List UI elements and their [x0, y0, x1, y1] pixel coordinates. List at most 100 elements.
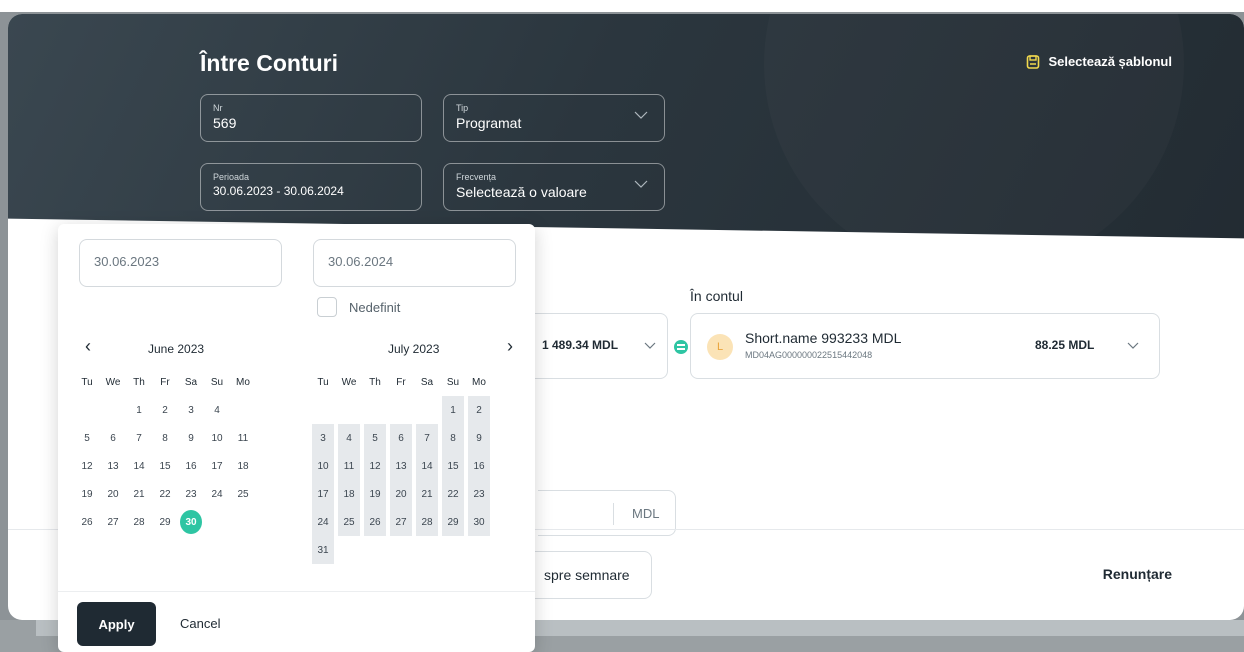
next-month-button[interactable]: › [507, 336, 513, 356]
checkbox-box[interactable] [317, 297, 337, 317]
calendar-day[interactable]: 20 [102, 480, 124, 508]
weekday-label: Mo [236, 376, 250, 388]
calendar-day[interactable]: 15 [442, 452, 464, 480]
end-date-input[interactable]: 30.06.2024 [313, 239, 516, 287]
calendar-day[interactable]: 6 [390, 424, 412, 452]
calendar-day[interactable]: 18 [338, 480, 360, 508]
calendar-day[interactable]: 21 [416, 480, 438, 508]
calendar-day[interactable]: 12 [364, 452, 386, 480]
calendar-day[interactable]: 1 [128, 396, 150, 424]
to-account-select[interactable]: L Short.name 993233 MDL MD04AG0000000225… [690, 313, 1160, 379]
send-to-sign-button[interactable]: spre semnare [530, 551, 652, 599]
calendar-day[interactable]: 22 [442, 480, 464, 508]
calendar-empty-cell [416, 396, 438, 424]
calendar-day[interactable]: 19 [76, 480, 98, 508]
amount-currency: MDL [632, 506, 660, 521]
calendar-day[interactable]: 6 [102, 424, 124, 452]
weekday-label: Su [446, 376, 460, 388]
calendar-day[interactable]: 29 [442, 508, 464, 536]
calendar-day[interactable]: 8 [154, 424, 176, 452]
weekday-label: Fr [160, 376, 170, 388]
undefined-end-checkbox[interactable]: Nedefinit [317, 297, 400, 317]
calendar-day[interactable]: 18 [232, 452, 254, 480]
nr-field[interactable]: Nr 569 [200, 94, 422, 142]
calendar-day[interactable]: 17 [206, 452, 228, 480]
calendar-day-selected[interactable]: 30 [180, 508, 202, 536]
calendar-day[interactable]: 12 [76, 452, 98, 480]
apply-button[interactable]: Apply [77, 602, 156, 646]
calendar-day[interactable]: 8 [442, 424, 464, 452]
calendar-day[interactable]: 13 [390, 452, 412, 480]
calendar-day[interactable]: 27 [390, 508, 412, 536]
cancel-transfer-button[interactable]: Renunțare [1103, 566, 1172, 582]
chevron-down-icon [634, 180, 648, 188]
calendar-day[interactable]: 7 [128, 424, 150, 452]
calendar-day[interactable]: 23 [468, 480, 490, 508]
calendar-empty-cell [338, 396, 360, 424]
calendar-day[interactable]: 23 [180, 480, 202, 508]
tip-select[interactable]: Tip Programat [443, 94, 665, 142]
calendar-day[interactable]: 3 [312, 424, 334, 452]
calendar-day[interactable]: 24 [206, 480, 228, 508]
calendar-day[interactable]: 16 [468, 452, 490, 480]
calendar-day[interactable]: 2 [468, 396, 490, 424]
calendar-empty-cell [468, 536, 490, 564]
calendar-day[interactable]: 4 [338, 424, 360, 452]
calendar-day[interactable]: 5 [364, 424, 386, 452]
calendar-day[interactable]: 10 [312, 452, 334, 480]
account-avatar: L [707, 334, 733, 360]
calendar-day[interactable]: 5 [76, 424, 98, 452]
calendar-day[interactable]: 26 [364, 508, 386, 536]
frequency-select[interactable]: Frecvența Selectează o valoare [443, 163, 665, 211]
calendar-day[interactable]: 11 [338, 452, 360, 480]
weekday-label: Tu [317, 376, 329, 388]
calendar-day[interactable]: 9 [180, 424, 202, 452]
weekday-label: We [105, 376, 121, 388]
calendar-day[interactable]: 29 [154, 508, 176, 536]
cancel-button[interactable]: Cancel [180, 616, 220, 631]
calendar-day[interactable]: 31 [312, 536, 334, 564]
calendar-day[interactable]: 13 [102, 452, 124, 480]
period-field[interactable]: Perioada 30.06.2023 - 30.06.2024 [200, 163, 422, 211]
calendar-day[interactable]: 14 [128, 452, 150, 480]
calendar-day[interactable]: 10 [206, 424, 228, 452]
from-account-select[interactable]: 1 489.34 MDL [528, 313, 668, 379]
calendar-week: 12 [312, 396, 494, 424]
calendar-day[interactable]: 28 [128, 508, 150, 536]
calendar-day[interactable]: 20 [390, 480, 412, 508]
calendar-day[interactable]: 9 [468, 424, 490, 452]
select-template-link[interactable]: Selectează șablonul [1026, 54, 1172, 69]
prev-month-button[interactable]: ‹ [85, 336, 91, 356]
calendar-week: 12 13 14 15 16 17 18 [76, 452, 258, 480]
calendar-day[interactable]: 16 [180, 452, 202, 480]
calendar-day[interactable]: 15 [154, 452, 176, 480]
calendar-day[interactable]: 25 [338, 508, 360, 536]
start-date-input[interactable]: 30.06.2023 [79, 239, 282, 287]
calendar-day[interactable]: 1 [442, 396, 464, 424]
calendar-day[interactable]: 2 [154, 396, 176, 424]
calendar-day[interactable]: 3 [180, 396, 202, 424]
calendar-day[interactable]: 19 [364, 480, 386, 508]
calendar-day[interactable]: 11 [232, 424, 254, 452]
calendar-week: 3456789 [312, 424, 494, 452]
weekday-header: Tu We Th Fr Sa Su Mo [312, 368, 494, 396]
calendar-day[interactable]: 28 [416, 508, 438, 536]
calendar-day[interactable]: 26 [76, 508, 98, 536]
calendar-day[interactable]: 30 [468, 508, 490, 536]
calendar-day[interactable]: 7 [416, 424, 438, 452]
calendar-day[interactable]: 17 [312, 480, 334, 508]
calendar-day[interactable]: 14 [416, 452, 438, 480]
calendar-day[interactable]: 21 [128, 480, 150, 508]
calendar-week: 5 6 7 8 9 10 11 [76, 424, 258, 452]
calendar-week: 10 11 12 13 14 15 16 [312, 452, 494, 480]
calendar-day[interactable]: 24 [312, 508, 334, 536]
template-icon [1027, 54, 1040, 69]
calendar-day[interactable]: 4 [206, 396, 228, 424]
date-range-picker: 30.06.2023 30.06.2024 Nedefinit ‹ June 2… [58, 224, 535, 652]
calendar-day[interactable]: 27 [102, 508, 124, 536]
calendar-day[interactable]: 22 [154, 480, 176, 508]
calendar-empty-cell [102, 396, 124, 424]
calendar-day[interactable]: 25 [232, 480, 254, 508]
calendar-week: 19 20 21 22 23 24 25 [76, 480, 258, 508]
background-app-header [0, 0, 1244, 12]
